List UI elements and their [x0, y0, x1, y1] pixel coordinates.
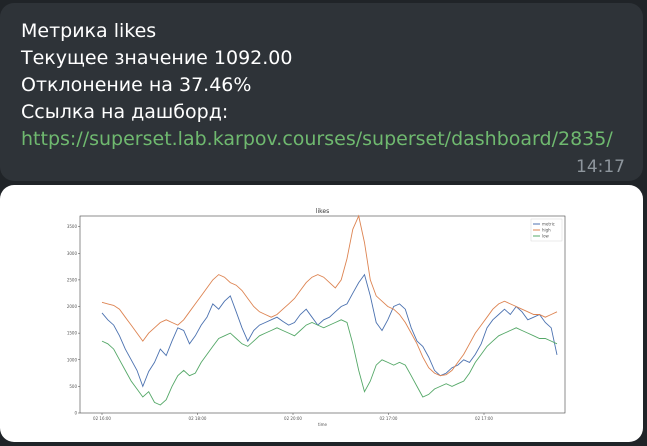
y-tick-label: 3500 — [67, 224, 78, 229]
chart-title: likes — [316, 208, 329, 215]
y-tick-label: 2000 — [67, 304, 78, 309]
legend-label-high: high — [542, 228, 551, 233]
x-tick-label: 02 18:00 — [189, 416, 207, 421]
deviation-line: Отклонение на 37.46% — [21, 74, 252, 96]
metric-name-line: Метрика likes — [21, 20, 157, 42]
y-tick-label: 1500 — [67, 331, 78, 336]
dashboard-link[interactable]: https://superset.lab.karpov.courses/supe… — [21, 126, 613, 153]
dashboard-label-line: Ссылка на дашборд: — [21, 101, 229, 123]
series-line-low — [101, 319, 558, 406]
y-tick-label: 1000 — [67, 357, 78, 362]
y-tick-label: 500 — [69, 384, 77, 389]
message-bubble: Метрика likes Текущее значение 1092.00 О… — [0, 3, 643, 181]
message-timestamp: 14:17 — [576, 157, 625, 177]
legend-label-low: low — [542, 234, 550, 239]
chart-image[interactable]: likes 0 500 1000 1500 2000 2500 3000 3500 02 16:0… — [0, 185, 643, 442]
series-line-metric — [101, 273, 558, 388]
x-tick-label: 02 17:00 — [380, 416, 398, 421]
series-line-high — [101, 214, 558, 377]
y-tick-label: 3000 — [67, 251, 78, 256]
y-tick-label: 0 — [74, 411, 77, 416]
legend-label-metric: metric — [542, 222, 555, 227]
message-text: Метрика likes Текущее значение 1092.00 О… — [21, 18, 613, 153]
y-tick-label: 2500 — [67, 277, 78, 282]
x-axis-label: time — [318, 422, 328, 427]
likes-chart: likes 0 500 1000 1500 2000 2500 3000 3500 02 16:0… — [67, 208, 566, 427]
x-tick-label: 02 20:00 — [284, 416, 302, 421]
x-tick-label: 02 17:00 — [475, 416, 493, 421]
x-tick-label: 02 16:00 — [93, 416, 111, 421]
plot-frame — [79, 215, 566, 414]
current-value-line: Текущее значение 1092.00 — [21, 47, 293, 69]
